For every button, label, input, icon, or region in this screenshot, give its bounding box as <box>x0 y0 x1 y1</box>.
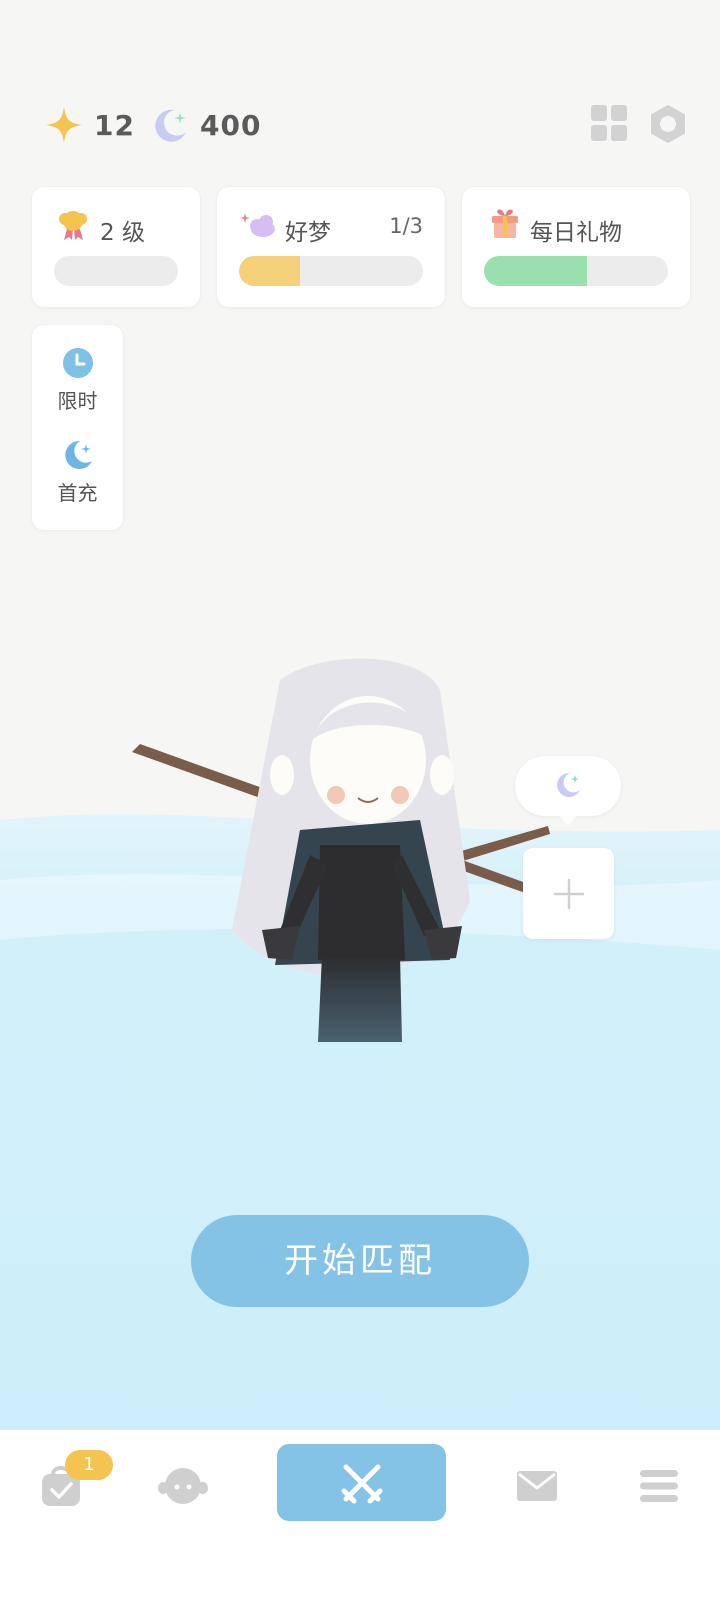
dream-card[interactable]: 好梦 1/3 <box>217 187 445 307</box>
level-label: 2 级 <box>100 220 145 246</box>
top-bar: 12 400 <box>40 100 685 150</box>
first-charge-label: 首充 <box>57 481 98 505</box>
start-match-button[interactable]: 开始匹配 <box>191 1215 529 1307</box>
level-card[interactable]: 2 级 <box>32 187 200 307</box>
level-badge-icon <box>59 211 87 240</box>
limited-time-button[interactable]: 限时 <box>32 347 123 414</box>
dream-label: 好梦 <box>285 220 331 246</box>
settings-button[interactable] <box>648 104 688 148</box>
side-menu-card: 限时 首充 <box>32 325 123 530</box>
nav-mail[interactable] <box>516 1470 558 1506</box>
settings-icon <box>651 105 685 143</box>
daily-gift-label: 每日礼物 <box>530 220 622 246</box>
gift-progress-bar <box>484 256 668 286</box>
dream-progress-fill <box>239 256 300 286</box>
dream-cloud-icon <box>240 213 275 237</box>
moon-icon <box>557 772 580 797</box>
gift-progress-fill <box>484 256 588 286</box>
first-charge-button[interactable]: 首充 <box>32 439 123 506</box>
level-progress-bar <box>54 256 178 286</box>
daily-gift-card[interactable]: 每日礼物 <box>462 187 690 307</box>
bottom-nav-bar: 1 <box>0 1430 720 1600</box>
grid-button[interactable] <box>590 104 628 146</box>
limited-time-label: 限时 <box>57 389 98 413</box>
moon-star-icon <box>64 440 92 469</box>
character-icon <box>158 1468 208 1504</box>
dream-progress-bar <box>239 256 423 286</box>
tasks-badge: 1 <box>65 1450 113 1480</box>
crossed-swords-icon <box>341 1464 383 1504</box>
clock-icon <box>62 348 93 378</box>
nav-character[interactable] <box>158 1466 208 1510</box>
nav-battle[interactable] <box>277 1444 446 1521</box>
dream-count: 1/3 <box>389 214 423 238</box>
star-count: 12 <box>94 108 135 142</box>
star-currency[interactable]: 12 <box>44 100 135 150</box>
nav-menu[interactable] <box>640 1470 678 1506</box>
moon-speech-bubble[interactable] <box>515 756 621 826</box>
menu-icon <box>640 1470 678 1502</box>
moon-count: 400 <box>200 108 262 142</box>
gift-icon <box>492 209 518 238</box>
add-item-button[interactable] <box>523 848 614 939</box>
moon-currency[interactable]: 400 <box>152 100 261 150</box>
plus-icon <box>553 878 585 910</box>
moon-icon <box>155 109 186 142</box>
grid-icon <box>591 105 627 141</box>
mail-icon <box>517 1471 557 1501</box>
star-icon <box>46 107 82 143</box>
